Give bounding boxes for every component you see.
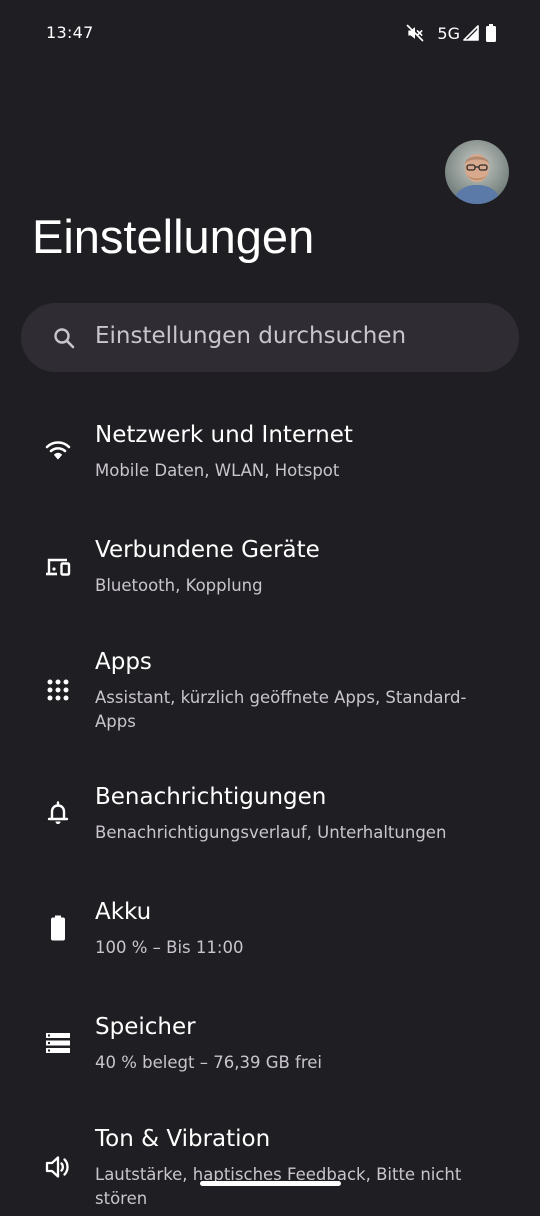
settings-item-title: Benachrichtigungen: [95, 784, 327, 810]
user-avatar[interactable]: [445, 140, 509, 204]
page-title: Einstellungen: [32, 210, 315, 263]
status-bar: 13:47 5G: [0, 0, 540, 66]
settings-item-battery[interactable]: Akku 100 % – Bis 11:00: [0, 899, 540, 989]
signal-icon: [463, 25, 479, 41]
apps-grid-icon: [44, 676, 72, 704]
settings-item-connected-devices[interactable]: Verbundene Geräte Bluetooth, Kopplung: [0, 537, 540, 627]
status-time: 13:47: [46, 23, 94, 42]
status-icons: 5G: [405, 22, 496, 44]
network-type-label: 5G: [437, 23, 460, 43]
mute-icon: [407, 24, 424, 42]
wifi-icon: [44, 436, 72, 464]
search-bar[interactable]: Einstellungen durchsuchen: [21, 303, 519, 372]
gesture-navigation-bar[interactable]: [200, 1181, 341, 1186]
settings-item-subtitle: Benachrichtigungsverlauf, Unterhaltungen: [95, 823, 447, 842]
search-icon: [54, 328, 75, 349]
devices-icon: [44, 553, 72, 581]
storage-icon: [44, 1029, 72, 1057]
settings-item-title: Ton & Vibration: [95, 1126, 271, 1152]
settings-item-subtitle: Lautstärke, haptisches Feedback, Bitte n…: [95, 1165, 462, 1208]
settings-item-network[interactable]: Netzwerk und Internet Mobile Daten, WLAN…: [0, 422, 540, 512]
battery-icon: [486, 24, 496, 42]
settings-item-title: Apps: [95, 649, 152, 675]
search-placeholder: Einstellungen durchsuchen: [95, 323, 407, 349]
settings-item-title: Akku: [95, 899, 152, 925]
settings-item-subtitle: Assistant, kürzlich geöffnete Apps, Stan…: [95, 688, 467, 731]
bell-icon: [44, 799, 72, 827]
settings-item-sound[interactable]: Ton & Vibration Lautstärke, haptisches F…: [0, 1126, 540, 1216]
settings-item-subtitle: 100 % – Bis 11:00: [95, 938, 244, 957]
settings-item-subtitle: 40 % belegt – 76,39 GB frei: [95, 1053, 323, 1072]
settings-item-title: Netzwerk und Internet: [95, 422, 353, 448]
settings-item-title: Speicher: [95, 1014, 196, 1040]
avatar-photo: [445, 140, 509, 204]
volume-icon: [44, 1153, 72, 1181]
settings-item-subtitle: Bluetooth, Kopplung: [95, 576, 263, 595]
battery-icon: [44, 914, 72, 942]
settings-item-notifications[interactable]: Benachrichtigungen Benachrichtigungsverl…: [0, 784, 540, 874]
settings-item-title: Verbundene Geräte: [95, 537, 320, 563]
settings-item-subtitle: Mobile Daten, WLAN, Hotspot: [95, 461, 340, 480]
settings-item-storage[interactable]: Speicher 40 % belegt – 76,39 GB frei: [0, 1014, 540, 1104]
settings-item-apps[interactable]: Apps Assistant, kürzlich geöffnete Apps,…: [0, 649, 540, 759]
